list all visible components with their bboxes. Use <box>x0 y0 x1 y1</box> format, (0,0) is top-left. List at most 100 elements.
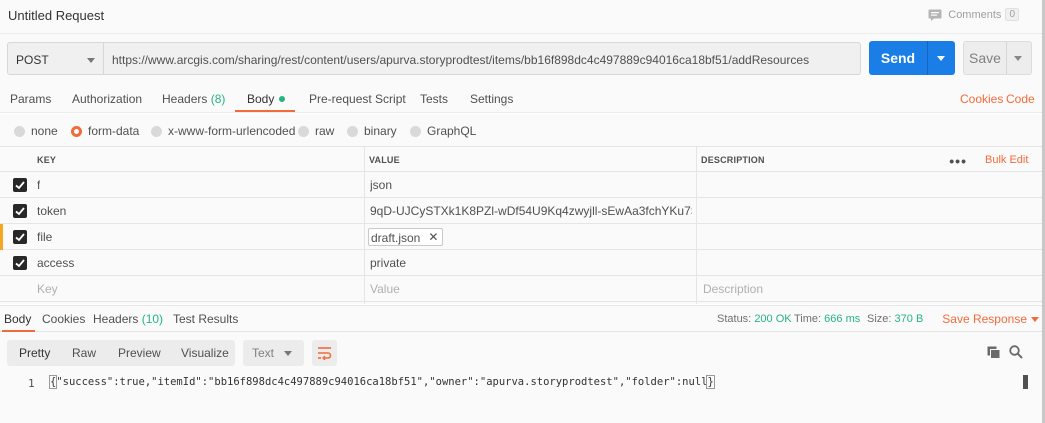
radio-binary[interactable]: binary <box>347 124 397 138</box>
radio-icon <box>347 125 358 137</box>
row-key[interactable]: file <box>37 230 52 244</box>
row-value[interactable]: private <box>370 256 406 270</box>
radio-icon <box>410 125 421 137</box>
radio-none[interactable]: none <box>14 124 58 138</box>
method-select[interactable]: POST <box>7 42 104 75</box>
table-row: f json <box>0 172 1045 198</box>
body-type-selector: none form-data x-www-form-urlencoded raw… <box>0 114 1045 146</box>
response-time: Time: 666 ms <box>794 313 860 325</box>
checkbox-checked-icon[interactable] <box>13 178 27 192</box>
format-select[interactable]: Text <box>243 340 304 366</box>
row-value[interactable]: 9qD-UJCySTXk1K8PZl-wDf54U9Kq4zwyjll-sEwA… <box>370 204 692 218</box>
tab-body-label: Body <box>247 92 275 106</box>
close-brace: } <box>706 375 715 389</box>
comments-label: Comments <box>948 8 1002 21</box>
send-divider <box>927 41 928 75</box>
cookies-link[interactable]: Cookies <box>960 92 1003 106</box>
view-preview[interactable]: Preview <box>118 346 161 360</box>
response-tab-cookies[interactable]: Cookies <box>42 312 85 326</box>
response-toolbar: Pretty Raw Preview Visualize Text <box>0 332 1045 372</box>
radio-form-data-label: form-data <box>88 124 140 138</box>
tab-params[interactable]: Params <box>10 92 51 106</box>
response-body-editor[interactable]: 1 {"success":true,"itemId":"bb16f898dc4c… <box>0 372 1045 423</box>
checkbox-checked-icon[interactable] <box>13 230 27 244</box>
editor-scroll-thumb[interactable] <box>1023 375 1028 389</box>
send-dropdown-icon[interactable] <box>937 56 945 61</box>
new-description-input[interactable]: Description <box>703 282 763 296</box>
row-value[interactable]: json <box>370 178 392 192</box>
comments-button[interactable]: Comments 0 <box>928 8 1019 21</box>
radio-icon <box>14 125 25 137</box>
radio-binary-label: binary <box>364 124 397 138</box>
table-header: KEY VALUE DESCRIPTION ••• Bulk Edit <box>0 146 1045 172</box>
radio-icon <box>151 125 162 137</box>
radio-urlencoded-label: x-www-form-urlencoded <box>168 124 296 138</box>
save-dropdown-icon[interactable] <box>1014 56 1022 61</box>
tab-settings[interactable]: Settings <box>470 92 513 106</box>
more-dots-icon[interactable]: ••• <box>949 153 967 169</box>
response-tab-body[interactable]: Body <box>4 312 31 326</box>
view-pretty[interactable]: Pretty <box>19 346 50 360</box>
save-response-button[interactable]: Save Response <box>942 312 1039 326</box>
radio-none-label: none <box>31 124 58 138</box>
size-value: 370 B <box>894 313 924 325</box>
copy-icon[interactable] <box>987 346 1001 359</box>
file-chip: draft.json ✕ <box>368 228 444 246</box>
method-label: POST <box>16 53 49 67</box>
tab-headers[interactable]: Headers (8) <box>162 92 225 106</box>
comment-icon <box>928 9 942 21</box>
search-icon[interactable] <box>1009 345 1023 359</box>
tab-headers-label: Headers <box>162 92 208 106</box>
response-tab-headers-count: (10) <box>141 312 164 326</box>
radio-graphql[interactable]: GraphQL <box>410 124 476 138</box>
save-button[interactable]: Save <box>963 41 1032 75</box>
close-icon[interactable]: ✕ <box>428 231 438 243</box>
checkbox-checked-icon[interactable] <box>13 204 27 218</box>
row-key[interactable]: access <box>37 256 74 270</box>
request-title[interactable]: Untitled Request <box>8 8 104 23</box>
size-label: Size: <box>867 313 892 325</box>
column-description: DESCRIPTION <box>701 155 765 165</box>
request-tabs: Params Authorization Headers (8) Body Pr… <box>0 85 1045 113</box>
bulk-edit-link[interactable]: Bulk Edit <box>985 154 1028 166</box>
row-key[interactable]: token <box>37 204 66 218</box>
radio-graphql-label: GraphQL <box>427 124 477 138</box>
radio-selected-icon <box>71 125 82 137</box>
response-tab-headers[interactable]: Headers (10) <box>93 312 163 326</box>
save-label: Save <box>969 50 1001 66</box>
chevron-down-icon <box>1031 317 1039 322</box>
send-button[interactable]: Send <box>869 41 955 75</box>
new-value-input[interactable]: Value <box>370 282 400 296</box>
time-label: Time: <box>794 313 822 325</box>
radio-raw[interactable]: raw <box>298 124 334 138</box>
table-row-new: Key Value Description <box>0 276 1045 302</box>
view-raw[interactable]: Raw <box>72 346 96 360</box>
form-data-table: KEY VALUE DESCRIPTION ••• Bulk Edit f js… <box>0 146 1045 304</box>
wrap-lines-button[interactable] <box>312 340 337 366</box>
view-visualize[interactable]: Visualize <box>181 346 229 360</box>
new-key-input[interactable]: Key <box>37 282 58 296</box>
url-bar: POST https://www.arcgis.com/sharing/rest… <box>0 34 1045 85</box>
column-divider <box>696 146 697 304</box>
row-key[interactable]: f <box>37 178 40 192</box>
tab-tests[interactable]: Tests <box>420 92 448 106</box>
radio-x-www-form-urlencoded[interactable]: x-www-form-urlencoded <box>151 124 295 138</box>
chevron-down-icon <box>284 351 292 356</box>
status-value: 200 OK <box>754 313 792 325</box>
table-row: file draft.json ✕ <box>0 224 1045 250</box>
tab-body[interactable]: Body <box>247 92 286 106</box>
active-row-indicator <box>0 224 3 250</box>
response-json-content: "success":true,"itemId":"bb16f898dc4c497… <box>56 376 708 388</box>
checkbox-checked-icon[interactable] <box>13 256 27 270</box>
tab-authorization[interactable]: Authorization <box>72 92 142 106</box>
code-link[interactable]: Code <box>1006 92 1035 106</box>
view-mode-group: Pretty Raw Preview Visualize <box>7 340 235 366</box>
response-tab-headers-label: Headers <box>93 312 139 326</box>
response-tabs: Body Cookies Headers (10) Test Results S… <box>0 305 1045 332</box>
response-size: Size: 370 B <box>867 313 923 325</box>
response-tab-test-results[interactable]: Test Results <box>173 312 238 326</box>
wrap-lines-icon <box>318 347 332 360</box>
url-input[interactable]: https://www.arcgis.com/sharing/rest/cont… <box>104 42 861 75</box>
radio-form-data[interactable]: form-data <box>71 124 139 138</box>
tab-prerequest-script[interactable]: Pre-request Script <box>309 92 406 106</box>
